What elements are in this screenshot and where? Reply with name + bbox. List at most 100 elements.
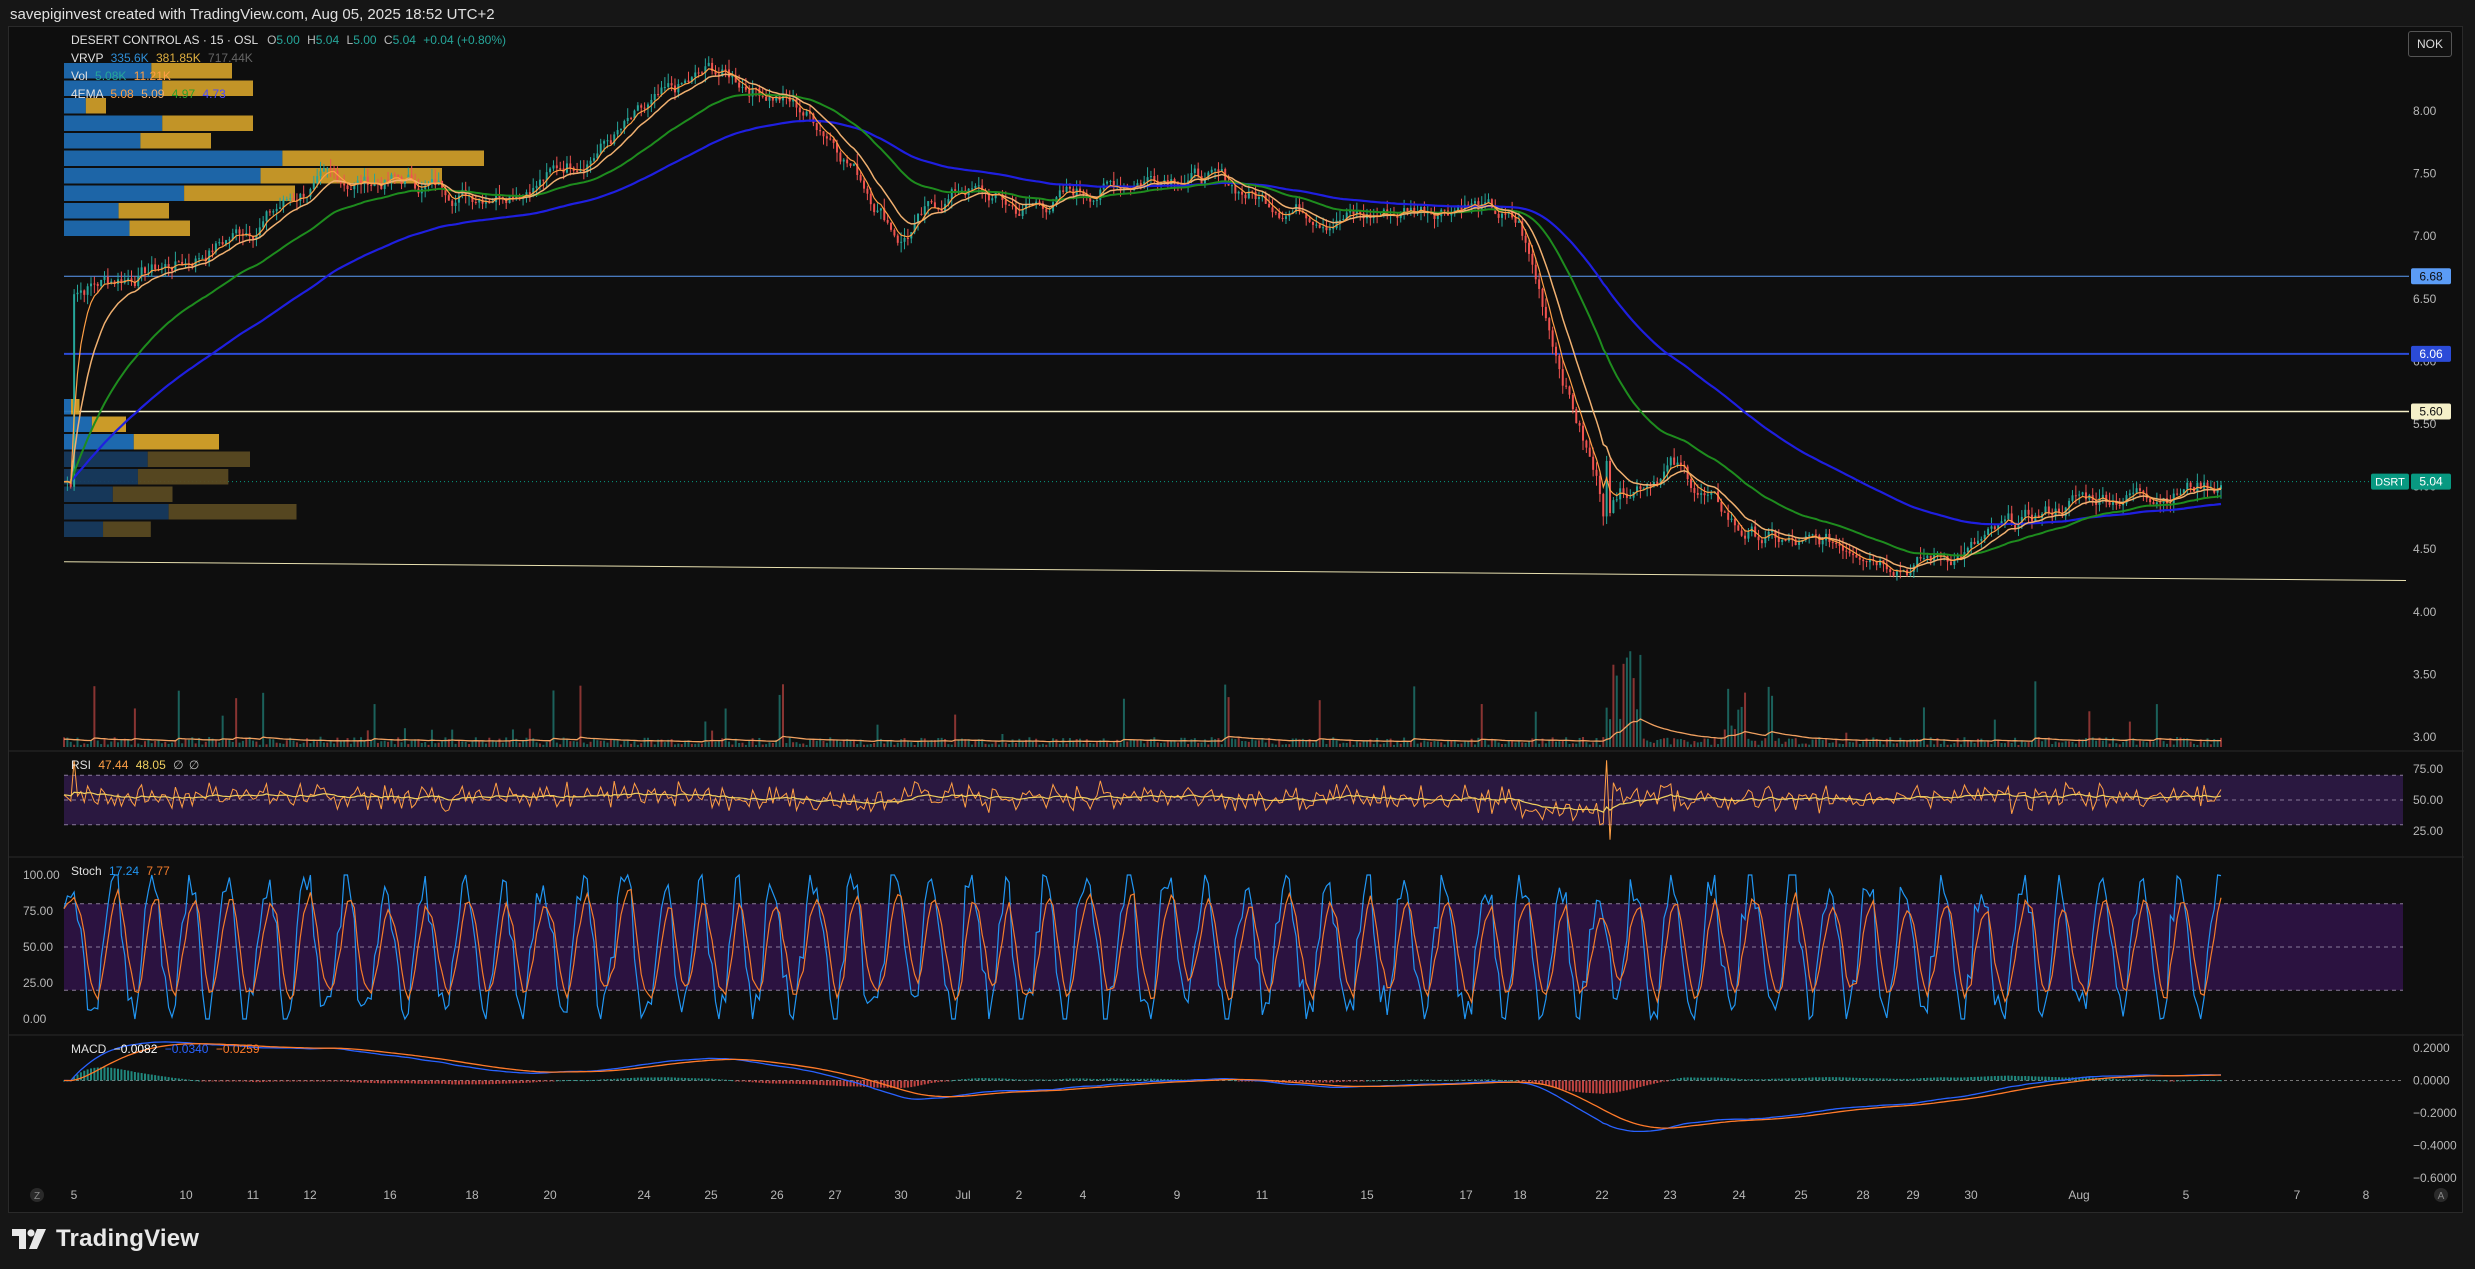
macd-histogram-bar — [906, 1080, 909, 1088]
candle-body — [606, 140, 609, 142]
volume-profile-down-bar — [184, 185, 295, 201]
currency-button[interactable]: NOK — [2408, 31, 2452, 57]
macd-histogram-bar — [1929, 1077, 1932, 1081]
volume-bar — [252, 740, 255, 747]
macd-histogram-bar — [1322, 1080, 1325, 1083]
volume-bar — [1598, 744, 1601, 747]
macd-histogram-bar — [427, 1080, 430, 1084]
volume-bar — [1200, 742, 1203, 747]
tradingview-logo[interactable]: TradingView — [12, 1222, 199, 1256]
macd-histogram-bar — [1149, 1078, 1152, 1081]
candle-body — [819, 130, 822, 132]
macd-histogram-bar — [1669, 1079, 1672, 1081]
volume-bar — [1187, 743, 1190, 747]
volume-bar — [1058, 743, 1061, 747]
candle-body — [1332, 228, 1335, 230]
macd-histogram-bar — [798, 1080, 801, 1085]
macd-histogram-bar — [1396, 1079, 1399, 1081]
volume-bar — [302, 742, 305, 747]
change-value: +0.04 (+0.80%) — [423, 33, 506, 47]
candle-body — [869, 193, 872, 205]
volume-bar — [333, 743, 336, 747]
candle-body — [2189, 482, 2192, 488]
volume-profile-up-bar — [64, 133, 141, 149]
macd-histogram-bar — [910, 1080, 913, 1088]
volume-bar — [457, 740, 460, 747]
macd-histogram-bar — [603, 1079, 606, 1081]
volume-bar — [228, 740, 231, 747]
volume-bar — [495, 741, 498, 747]
candle-body — [744, 86, 747, 90]
candle-body — [1004, 199, 1007, 205]
volume-bar — [336, 737, 339, 747]
volume-bar — [1727, 688, 1730, 747]
candle-body — [822, 131, 825, 137]
volume-bar — [181, 743, 184, 747]
volume-bar — [950, 744, 953, 747]
macd-axis-tick-label: −0.6000 — [2413, 1171, 2457, 1185]
volume-bar — [1419, 742, 1422, 747]
candle-body — [1858, 557, 1861, 560]
macd-histogram-bar — [1889, 1078, 1892, 1081]
volume-bar — [380, 741, 383, 747]
candle-body — [616, 130, 619, 135]
macd-histogram-bar — [1939, 1077, 1942, 1081]
volume-bar — [1345, 742, 1348, 747]
macd-histogram-bar — [727, 1079, 730, 1081]
macd-histogram-bar — [2216, 1080, 2219, 1082]
volume-bar — [1602, 737, 1605, 747]
macd-histogram-bar — [339, 1080, 342, 1082]
macd-histogram-bar — [1058, 1079, 1061, 1081]
candle-body — [1065, 186, 1068, 192]
candle-body — [447, 195, 450, 201]
volume-bar — [1575, 743, 1578, 747]
candle-body — [228, 239, 231, 241]
volume-bar — [1018, 738, 1021, 747]
candle-body — [1092, 200, 1095, 202]
macd-histogram-bar — [187, 1079, 190, 1081]
candle-body — [1278, 213, 1281, 218]
volume-bar — [788, 737, 791, 747]
candle-body — [1760, 540, 1763, 544]
volume-bar — [1531, 738, 1534, 747]
macd-histogram-bar — [2054, 1077, 2057, 1081]
macd-histogram-bar — [646, 1077, 649, 1081]
volume-bar — [646, 737, 649, 747]
volume-bar — [1382, 743, 1385, 747]
candle-body — [1501, 213, 1503, 218]
candles-group — [66, 56, 2222, 581]
macd-histogram-bar — [1315, 1080, 1318, 1083]
macd-histogram-bar — [1092, 1078, 1095, 1081]
macd-histogram-bar — [461, 1080, 464, 1085]
x-axis-tick-label: 20 — [543, 1188, 557, 1202]
volume-bar — [2101, 740, 2104, 747]
volume-bar — [694, 743, 697, 747]
macd-histogram-bar — [258, 1080, 261, 1083]
macd-histogram-bar — [1933, 1077, 1936, 1081]
macd-histogram-bar — [228, 1080, 231, 1082]
candle-body — [1781, 540, 1784, 542]
macd-histogram-bar — [309, 1080, 312, 1082]
candle-body — [707, 62, 710, 67]
macd-histogram-bar — [110, 1067, 113, 1081]
candle-body — [1703, 493, 1706, 496]
volume-bar — [1889, 737, 1892, 747]
candle-body — [1268, 203, 1271, 208]
volume-bar — [130, 744, 133, 747]
macd-histogram-bar — [2115, 1079, 2118, 1081]
candle-body — [680, 83, 683, 85]
macd-histogram-bar — [998, 1078, 1001, 1081]
chart-frame[interactable]: 5 10 11 12 16 18 20 24 25 26 27 30 Jul 2 4 9 11 15 17 18 22 2… — [8, 26, 2464, 1214]
macd-histogram-bar — [2138, 1079, 2141, 1081]
volume-bar — [1436, 741, 1439, 747]
macd-histogram-bar — [1976, 1076, 1979, 1081]
macd-histogram-bar — [1568, 1080, 1571, 1091]
chart-canvas[interactable]: 5 10 11 12 16 18 20 24 25 26 27 30 Jul 2 4 9 11 15 17 18 22 2… — [9, 27, 2464, 1214]
candle-body — [653, 94, 656, 100]
candle-body — [1271, 207, 1274, 213]
candle-body — [1764, 538, 1767, 544]
volume-bar — [1315, 740, 1318, 747]
volume-bar — [592, 738, 595, 747]
volume-bar — [802, 743, 805, 747]
candle-body — [896, 235, 899, 243]
